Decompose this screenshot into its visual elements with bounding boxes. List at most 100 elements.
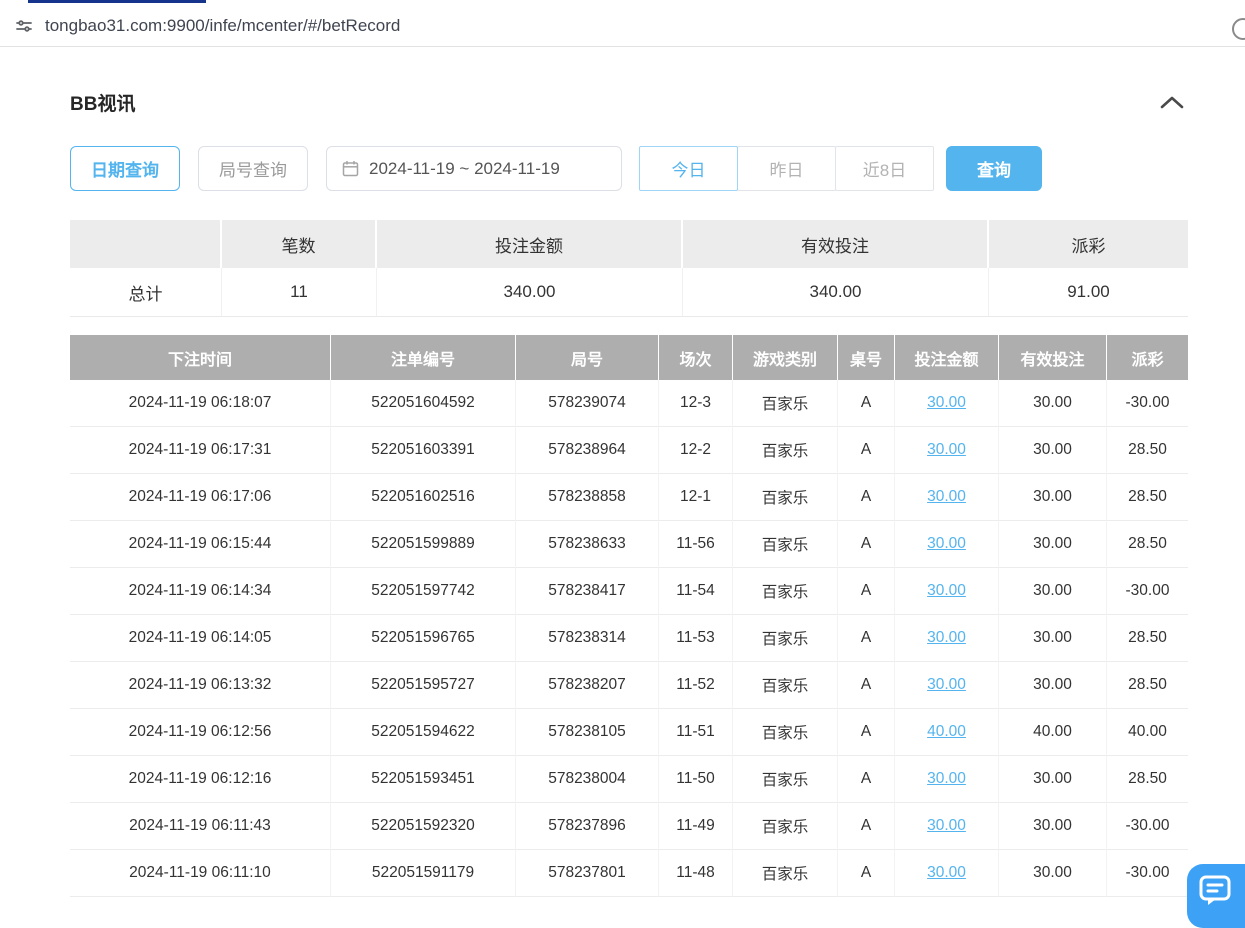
date-query-button[interactable]: 日期查询 bbox=[70, 146, 180, 191]
table-no-cell: A bbox=[838, 709, 895, 756]
bet-row: 2024-11-19 06:14:34522051597742578238417… bbox=[70, 568, 1188, 615]
header-game-type: 游戏类别 bbox=[733, 335, 838, 380]
order-id-cell: 522051595727 bbox=[331, 662, 516, 709]
game-type-cell: 百家乐 bbox=[733, 850, 838, 897]
bet-amount-cell: 30.00 bbox=[895, 521, 999, 568]
date-range-input[interactable]: 2024-11-19 ~ 2024-11-19 bbox=[326, 146, 622, 191]
bet-record-table: 下注时间 注单编号 局号 场次 游戏类别 桌号 投注金额 有效投注 派彩 202… bbox=[70, 335, 1188, 897]
bet-row: 2024-11-19 06:11:10522051591179578237801… bbox=[70, 850, 1188, 897]
bet-amount-link[interactable]: 30.00 bbox=[927, 629, 966, 646]
bet-table-header-row: 下注时间 注单编号 局号 场次 游戏类别 桌号 投注金额 有效投注 派彩 bbox=[70, 335, 1188, 380]
valid-bet-cell: 30.00 bbox=[999, 662, 1107, 709]
bet-time-cell: 2024-11-19 06:14:34 bbox=[70, 568, 331, 615]
bet-table-body: 2024-11-19 06:18:07522051604592578239074… bbox=[70, 380, 1188, 897]
bet-time-cell: 2024-11-19 06:12:16 bbox=[70, 756, 331, 803]
bet-record-page: BB视讯 日期查询 局号查询 2024-11-19 ~ 2024-11-19 今… bbox=[0, 89, 1245, 897]
site-settings-icon[interactable] bbox=[14, 16, 34, 36]
round-no-cell: 578237801 bbox=[516, 850, 659, 897]
bet-time-cell: 2024-11-19 06:11:10 bbox=[70, 850, 331, 897]
order-id-cell: 522051594622 bbox=[331, 709, 516, 756]
payout-cell: 28.50 bbox=[1107, 615, 1188, 662]
bet-amount-link[interactable]: 30.00 bbox=[927, 864, 966, 881]
bet-amount-link[interactable]: 30.00 bbox=[927, 441, 966, 458]
round-no-cell: 578239074 bbox=[516, 380, 659, 427]
bet-amount-cell: 30.00 bbox=[895, 850, 999, 897]
bet-amount-link[interactable]: 30.00 bbox=[927, 535, 966, 552]
payout-cell: 28.50 bbox=[1107, 756, 1188, 803]
table-no-cell: A bbox=[838, 380, 895, 427]
bet-amount-link[interactable]: 40.00 bbox=[927, 723, 966, 740]
browser-address-bar[interactable]: tongbao31.com:9900/infe/mcenter/#/betRec… bbox=[0, 5, 1245, 47]
order-id-cell: 522051602516 bbox=[331, 474, 516, 521]
bet-amount-link[interactable]: 30.00 bbox=[927, 770, 966, 787]
session-cell: 12-3 bbox=[659, 380, 733, 427]
summary-payout-value: 91.00 bbox=[989, 268, 1188, 317]
game-type-cell: 百家乐 bbox=[733, 756, 838, 803]
summary-header-count: 笔数 bbox=[222, 220, 377, 268]
table-no-cell: A bbox=[838, 756, 895, 803]
game-type-cell: 百家乐 bbox=[733, 803, 838, 850]
bet-amount-cell: 30.00 bbox=[895, 662, 999, 709]
bet-amount-link[interactable]: 30.00 bbox=[927, 488, 966, 505]
payout-cell: -30.00 bbox=[1107, 380, 1188, 427]
url-text[interactable]: tongbao31.com:9900/infe/mcenter/#/betRec… bbox=[45, 16, 400, 36]
session-cell: 11-56 bbox=[659, 521, 733, 568]
bet-time-cell: 2024-11-19 06:11:43 bbox=[70, 803, 331, 850]
game-type-cell: 百家乐 bbox=[733, 568, 838, 615]
bet-time-cell: 2024-11-19 06:15:44 bbox=[70, 521, 331, 568]
summary-count-value: 11 bbox=[222, 268, 377, 317]
bet-amount-link[interactable]: 30.00 bbox=[927, 676, 966, 693]
bet-amount-cell: 30.00 bbox=[895, 427, 999, 474]
table-no-cell: A bbox=[838, 474, 895, 521]
quick-range-today[interactable]: 今日 bbox=[639, 146, 738, 191]
valid-bet-cell: 30.00 bbox=[999, 427, 1107, 474]
payout-cell: 28.50 bbox=[1107, 662, 1188, 709]
bet-row: 2024-11-19 06:12:56522051594622578238105… bbox=[70, 709, 1188, 756]
bet-amount-cell: 30.00 bbox=[895, 615, 999, 662]
bet-amount-link[interactable]: 30.00 bbox=[927, 582, 966, 599]
summary-valid-bet-value: 340.00 bbox=[683, 268, 989, 317]
session-cell: 11-51 bbox=[659, 709, 733, 756]
session-cell: 11-52 bbox=[659, 662, 733, 709]
calendar-icon bbox=[342, 160, 359, 177]
search-button[interactable]: 查询 bbox=[946, 146, 1042, 191]
round-no-cell: 578238633 bbox=[516, 521, 659, 568]
bet-row: 2024-11-19 06:12:16522051593451578238004… bbox=[70, 756, 1188, 803]
order-id-cell: 522051596765 bbox=[331, 615, 516, 662]
game-type-cell: 百家乐 bbox=[733, 427, 838, 474]
round-no-cell: 578237896 bbox=[516, 803, 659, 850]
quick-range-last8days[interactable]: 近8日 bbox=[835, 146, 934, 191]
header-bet-amount: 投注金额 bbox=[895, 335, 999, 380]
game-type-cell: 百家乐 bbox=[733, 662, 838, 709]
payout-cell: -30.00 bbox=[1107, 850, 1188, 897]
quick-range-yesterday[interactable]: 昨日 bbox=[737, 146, 836, 191]
order-id-cell: 522051593451 bbox=[331, 756, 516, 803]
bet-time-cell: 2024-11-19 06:12:56 bbox=[70, 709, 331, 756]
game-type-cell: 百家乐 bbox=[733, 615, 838, 662]
order-id-cell: 522051597742 bbox=[331, 568, 516, 615]
round-no-cell: 578238964 bbox=[516, 427, 659, 474]
browser-action-icon[interactable] bbox=[1232, 18, 1245, 40]
session-cell: 11-54 bbox=[659, 568, 733, 615]
round-query-button[interactable]: 局号查询 bbox=[198, 146, 308, 191]
game-type-cell: 百家乐 bbox=[733, 521, 838, 568]
summary-header-payout: 派彩 bbox=[989, 220, 1188, 268]
bet-amount-link[interactable]: 30.00 bbox=[927, 817, 966, 834]
header-bet-time: 下注时间 bbox=[70, 335, 331, 380]
table-no-cell: A bbox=[838, 568, 895, 615]
summary-bet-amount-value: 340.00 bbox=[377, 268, 683, 317]
bet-amount-link[interactable]: 30.00 bbox=[927, 394, 966, 411]
summary-total-label: 总计 bbox=[70, 268, 222, 317]
bet-amount-cell: 30.00 bbox=[895, 474, 999, 521]
header-table-no: 桌号 bbox=[838, 335, 895, 380]
table-no-cell: A bbox=[838, 662, 895, 709]
round-no-cell: 578238004 bbox=[516, 756, 659, 803]
payout-cell: 40.00 bbox=[1107, 709, 1188, 756]
bet-row: 2024-11-19 06:13:32522051595727578238207… bbox=[70, 662, 1188, 709]
active-tab-underline bbox=[28, 0, 206, 3]
payout-cell: -30.00 bbox=[1107, 803, 1188, 850]
collapse-chevron-up-icon[interactable] bbox=[1156, 94, 1188, 111]
customer-service-button[interactable] bbox=[1187, 864, 1245, 928]
valid-bet-cell: 30.00 bbox=[999, 756, 1107, 803]
table-no-cell: A bbox=[838, 427, 895, 474]
